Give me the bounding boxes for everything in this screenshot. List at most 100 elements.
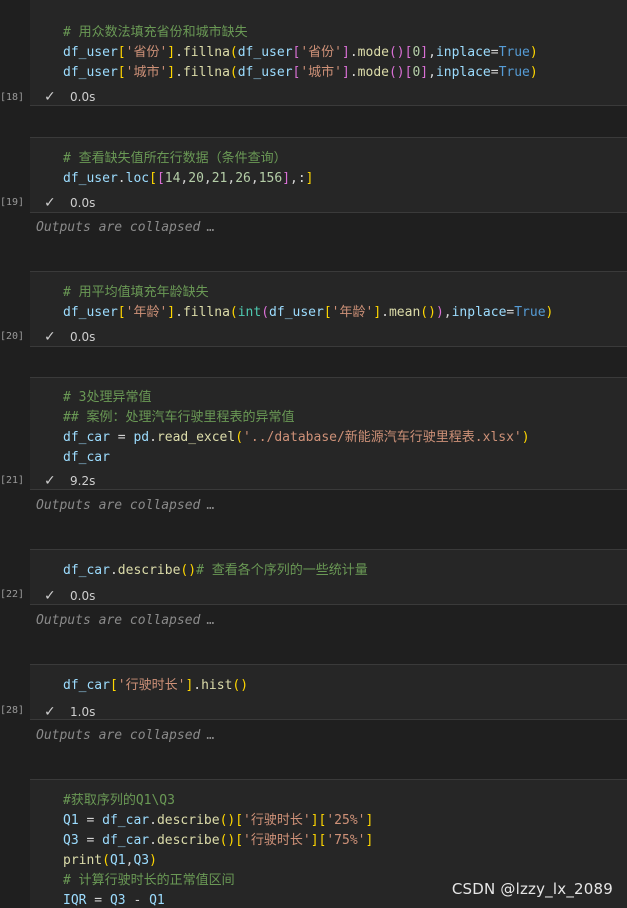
code-token: ] bbox=[305, 171, 314, 186]
notebook-cell-22[interactable]: df_car.describe()# 查看各个序列的一些统计量 ✓ 0.0s bbox=[30, 549, 627, 605]
code-token: ] bbox=[167, 45, 176, 60]
code-token: 20 bbox=[188, 171, 204, 186]
code-line: #获取序列的Q1\Q3 bbox=[63, 791, 627, 811]
code-token: = bbox=[109, 430, 134, 445]
code-token: fillna bbox=[182, 305, 230, 320]
notebook-cell-28[interactable]: df_car['行驶时长'].hist() ✓ 1.0s bbox=[30, 664, 627, 720]
code-token: . bbox=[175, 305, 183, 320]
check-icon: ✓ bbox=[44, 473, 56, 489]
code-token: [ bbox=[323, 305, 332, 320]
code-token: df_user bbox=[63, 171, 118, 186]
code-token: inplace bbox=[435, 65, 491, 80]
code-token: inplace bbox=[451, 305, 507, 320]
code-token: = bbox=[490, 45, 499, 60]
code-token: df_user bbox=[269, 305, 324, 320]
code-token: . bbox=[349, 65, 358, 80]
code-token: . bbox=[175, 65, 183, 80]
code-token: '城市' bbox=[125, 65, 168, 80]
code-line: print(Q1,Q3) bbox=[63, 851, 627, 871]
code-token: = bbox=[78, 813, 103, 828]
code-token: fillna bbox=[182, 65, 230, 80]
code-editor[interactable]: # 查看缺失值所在行数据（条件查询） df_user.loc[[14,20,21,… bbox=[63, 149, 627, 189]
code-token: [ bbox=[156, 171, 165, 186]
code-token: () bbox=[420, 305, 436, 320]
outputs-collapsed[interactable]: Outputs are collapsed… bbox=[36, 220, 214, 235]
code-token: ] bbox=[282, 171, 291, 186]
code-token: () bbox=[219, 813, 236, 828]
execution-count: [19] bbox=[0, 197, 25, 208]
code-token: df_user bbox=[237, 65, 293, 80]
code-token: [ bbox=[109, 678, 118, 693]
code-line: ## 案例：处理汽车行驶里程表的异常值 bbox=[63, 408, 627, 428]
code-token: # 3处理异常值 bbox=[63, 390, 152, 405]
outputs-collapsed[interactable]: Outputs are collapsed… bbox=[36, 613, 214, 628]
code-line: Q1 = df_car.describe()['行驶时长']['25%'] bbox=[63, 811, 627, 831]
code-editor[interactable]: df_car['行驶时长'].hist() bbox=[63, 676, 627, 696]
code-token: () bbox=[388, 65, 405, 80]
code-token: mode bbox=[357, 45, 389, 60]
code-editor[interactable]: # 3处理异常值 ## 案例：处理汽车行驶里程表的异常值 df_car = pd.r… bbox=[63, 388, 627, 468]
notebook-cell-18[interactable]: # 用众数法填充省份和城市缺失 df_user['省份'].fillna(df_u… bbox=[30, 0, 627, 106]
more-icon[interactable]: … bbox=[206, 498, 214, 513]
code-token: ] bbox=[167, 305, 176, 320]
code-token: df_user bbox=[63, 65, 118, 80]
notebook-cell-19[interactable]: # 查看缺失值所在行数据（条件查询） df_user.loc[[14,20,21,… bbox=[30, 137, 627, 213]
code-token: mean bbox=[388, 305, 421, 320]
cell-status: ✓ 1.0s bbox=[30, 702, 627, 722]
code-token: . bbox=[149, 430, 157, 445]
more-icon[interactable]: … bbox=[206, 613, 214, 628]
code-token: 14 bbox=[164, 171, 181, 186]
code-token: , bbox=[443, 305, 452, 320]
code-line: df_car bbox=[63, 448, 627, 468]
code-editor[interactable]: df_car.describe()# 查看各个序列的一些统计量 bbox=[63, 561, 627, 581]
code-token: '城市' bbox=[300, 65, 343, 80]
code-editor[interactable]: # 用平均值填充年龄缺失 df_user['年龄'].fillna(int(df_… bbox=[63, 283, 627, 323]
code-token: df_user bbox=[63, 305, 118, 320]
code-line: df_user['省份'].fillna(df_user['省份'].mode(… bbox=[63, 43, 627, 63]
execution-count: [28] bbox=[0, 705, 25, 716]
code-token: df_car bbox=[63, 450, 110, 465]
code-token: #获取序列的Q1\Q3 bbox=[63, 793, 175, 808]
code-token: # 查看缺失值所在行数据（条件查询） bbox=[63, 151, 287, 166]
outputs-collapsed[interactable]: Outputs are collapsed … bbox=[36, 498, 214, 513]
notebook-cell-21[interactable]: # 3处理异常值 ## 案例：处理汽车行驶里程表的异常值 df_car = pd.r… bbox=[30, 377, 627, 490]
code-token: ## 案例：处理汽车行驶里程表的异常值 bbox=[63, 410, 295, 425]
code-token: 26 bbox=[235, 171, 251, 186]
code-line: df_user.loc[[14,20,21,26,156],:] bbox=[63, 169, 627, 189]
code-token: - bbox=[125, 893, 150, 908]
code-token: , bbox=[250, 171, 259, 186]
outputs-collapsed-label: Outputs are collapsed bbox=[36, 728, 201, 743]
code-token: 156 bbox=[258, 171, 283, 186]
code-token: loc bbox=[125, 171, 150, 186]
notebook-cell-20[interactable]: # 用平均值填充年龄缺失 df_user['年龄'].fillna(int(df_… bbox=[30, 271, 627, 347]
execution-time: 9.2s bbox=[70, 474, 96, 488]
code-token: ] bbox=[310, 813, 319, 828]
more-icon[interactable]: … bbox=[206, 728, 214, 743]
outputs-collapsed-label: Outputs are collapsed bbox=[36, 498, 201, 513]
code-token: () bbox=[232, 678, 249, 693]
code-token: ( bbox=[229, 45, 238, 60]
outputs-collapsed[interactable]: Outputs are collapsed … bbox=[36, 728, 214, 743]
code-token: mode bbox=[357, 65, 389, 80]
check-icon: ✓ bbox=[44, 195, 56, 211]
code-token: df_car bbox=[63, 563, 110, 578]
code-token: [ bbox=[117, 45, 126, 60]
code-line: # 3处理异常值 bbox=[63, 388, 627, 408]
code-token: , bbox=[203, 171, 212, 186]
code-token: describe bbox=[117, 563, 181, 578]
code-token: ) bbox=[149, 853, 157, 868]
code-token: Q1 bbox=[109, 853, 126, 868]
code-token: # 查看各个序列的一些统计量 bbox=[196, 563, 368, 578]
execution-count: [21] bbox=[0, 475, 25, 486]
code-editor[interactable]: # 用众数法填充省份和城市缺失 df_user['省份'].fillna(df_u… bbox=[63, 23, 627, 83]
cell-status: ✓ 0.0s bbox=[30, 327, 627, 347]
code-token: ) bbox=[435, 305, 444, 320]
execution-time: 0.0s bbox=[70, 196, 96, 210]
more-icon[interactable]: … bbox=[206, 220, 214, 235]
code-token: . bbox=[149, 813, 157, 828]
code-token: '年龄' bbox=[331, 305, 374, 320]
code-token: ( bbox=[235, 430, 244, 445]
code-token: '年龄' bbox=[125, 305, 168, 320]
code-token: # 用众数法填充省份和城市缺失 bbox=[63, 25, 248, 40]
cell-status: ✓ 0.0s bbox=[30, 586, 627, 606]
